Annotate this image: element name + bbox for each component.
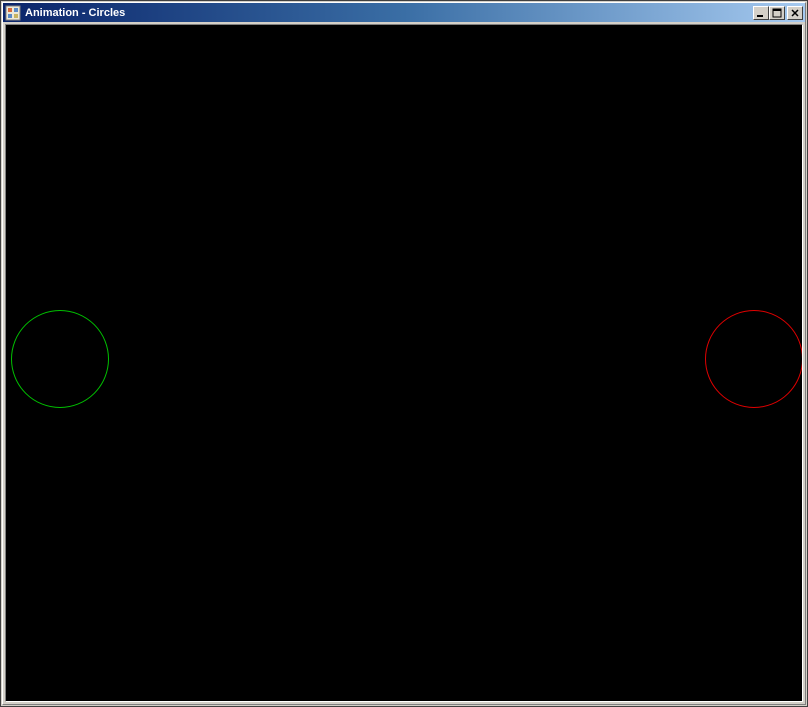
minimize-button[interactable] — [753, 6, 769, 20]
minimize-icon — [756, 8, 766, 18]
titlebar[interactable]: Animation - Circles — [3, 3, 805, 22]
close-icon — [790, 8, 800, 18]
window-frame: Animation - Circles — [0, 0, 808, 707]
maximize-icon — [772, 8, 782, 18]
green-circle — [11, 310, 109, 408]
red-circle — [705, 310, 803, 408]
maximize-button[interactable] — [769, 6, 785, 20]
animation-canvas — [5, 24, 803, 702]
window-title: Animation - Circles — [25, 7, 749, 19]
close-button[interactable] — [787, 6, 803, 20]
app-icon — [5, 5, 21, 21]
window-controls — [753, 6, 803, 20]
window-inner: Animation - Circles — [2, 2, 806, 705]
